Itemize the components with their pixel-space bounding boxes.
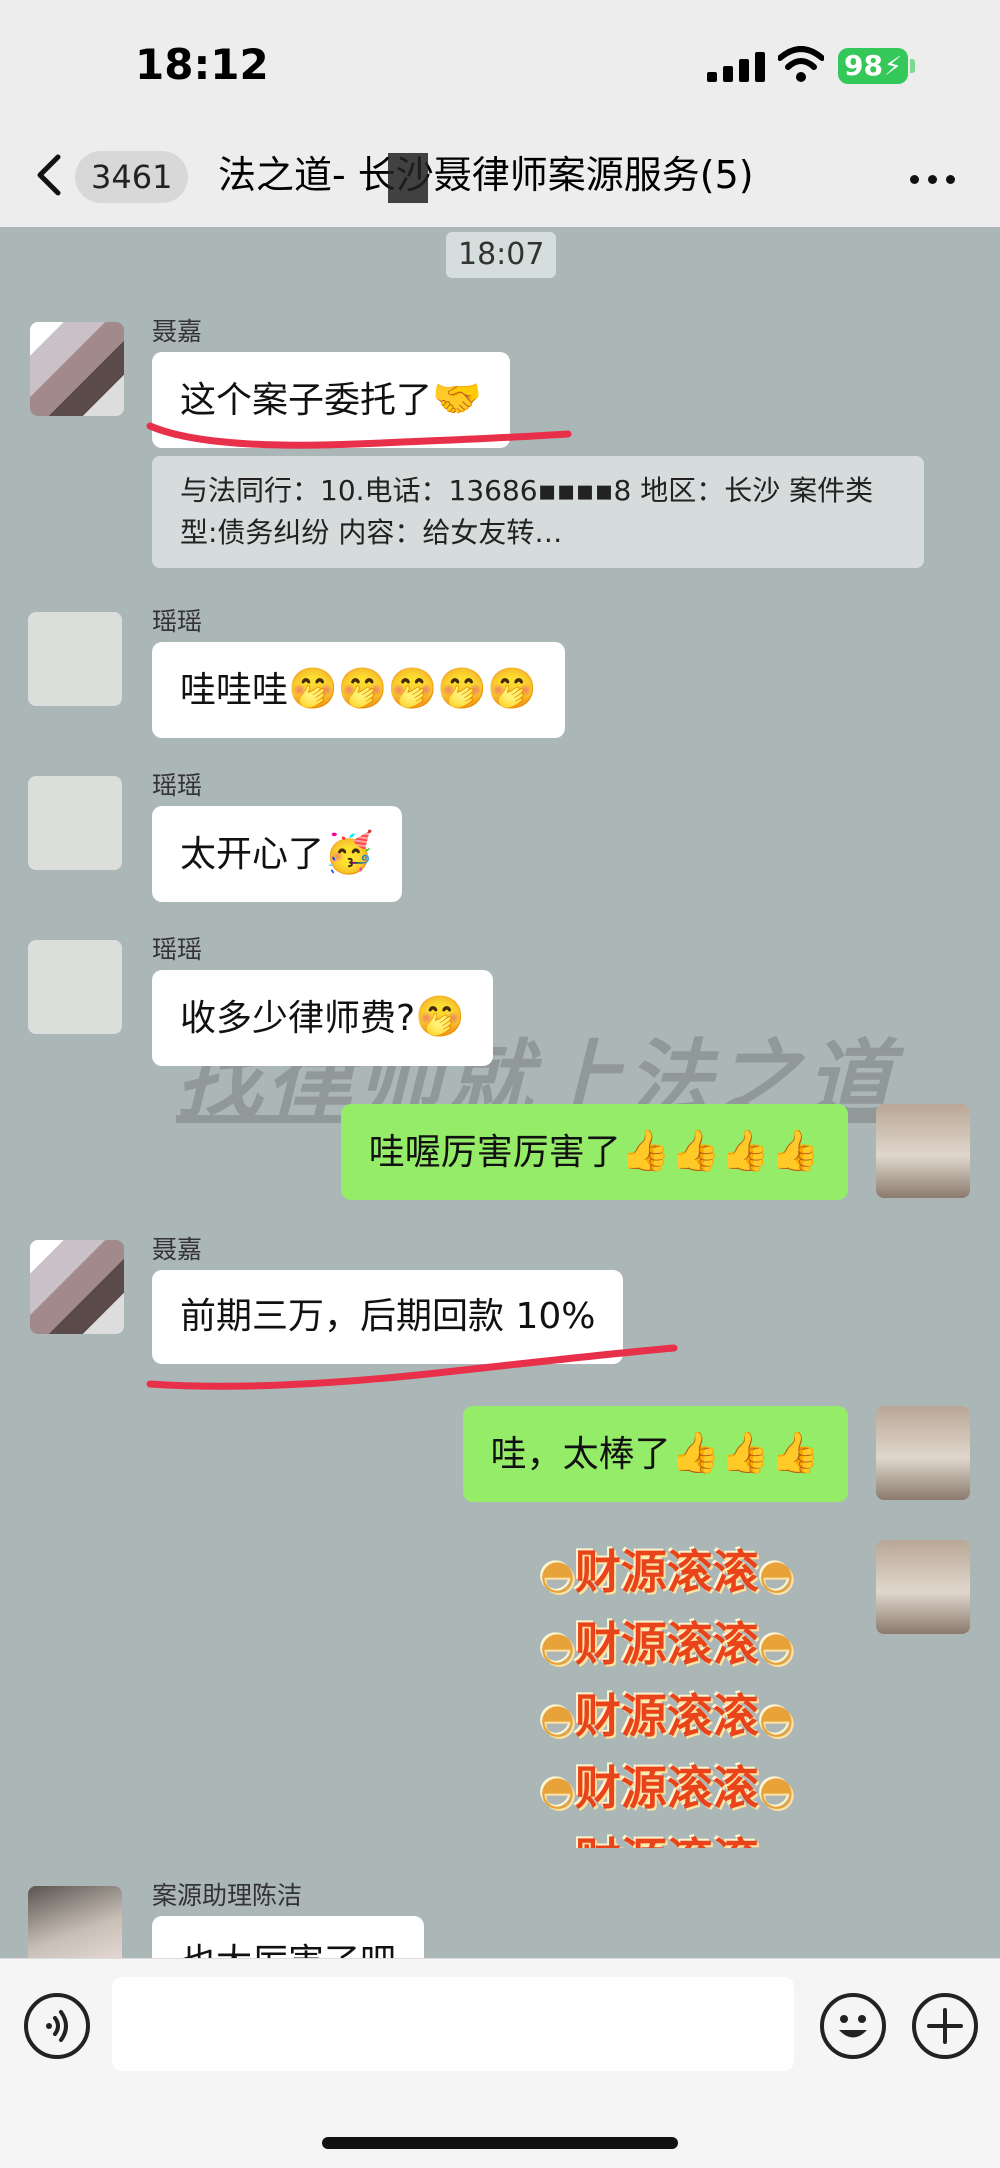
input-bar [0, 1958, 1000, 2168]
gold-ingot-icon: ◓ [540, 1840, 575, 1848]
gold-ingot-icon: ◓ [758, 1624, 794, 1670]
sticker-text: 财源滚滚 [574, 1617, 759, 1671]
chat-title: 法之道- 长沙聂律师案源服务(5) [218, 149, 868, 201]
unread-count-badge[interactable]: 3461 [75, 151, 189, 203]
my-message-bubble[interactable]: 哇，太棒了👍👍👍 [462, 1406, 848, 1502]
message-text: 太开心了 [180, 834, 325, 875]
giggle-emoji: 🤭 [415, 994, 465, 1040]
my-avatar[interactable] [876, 1540, 970, 1634]
member-count: (5) [699, 153, 754, 197]
battery-icon: 98 ⚡ [838, 48, 908, 84]
sender-name: 瑶瑶 [152, 935, 203, 964]
message-bubble[interactable]: 前期三万，后期回款 10% [152, 1270, 624, 1364]
sticker-message[interactable]: ◓财源滚滚◓ ◓财源滚滚◓ ◓财源滚滚◓ ◓财源滚滚◓ ◓财源滚滚◓ [540, 1536, 850, 1848]
message-bubble[interactable]: 太开心了🥳 [152, 806, 402, 902]
chat-header: 3461 法之道- 长沙聂律师案源服务(5) [0, 125, 1000, 227]
status-bar: 18:12 98 ⚡ [0, 0, 1000, 125]
charging-bolt-icon: ⚡ [883, 52, 902, 82]
thumbs-up-emoji: 👍👍👍👍 [620, 1128, 820, 1174]
battery-level: 98 [844, 49, 883, 82]
sender-name: 瑶瑶 [152, 607, 203, 636]
quoted-message[interactable]: 与法同行：10.电话：13686▪▪▪▪8 地区：长沙 案件类型:债务纠纷 内容… [152, 456, 924, 568]
more-dots-icon[interactable] [910, 175, 956, 185]
avatar[interactable] [30, 322, 124, 416]
plus-icon[interactable] [912, 1993, 978, 2059]
sticker-row: ◓财源滚滚◓ [540, 1608, 850, 1671]
giggle-emoji: 🤭🤭🤭🤭🤭 [288, 666, 538, 712]
sticker-text: 财源滚滚 [575, 1833, 759, 1848]
emoji-icon[interactable] [820, 1993, 886, 2059]
message-text: 哇喔厉害厉害了 [368, 1132, 621, 1173]
avatar[interactable] [28, 940, 122, 1034]
sender-name: 聂嘉 [152, 1235, 203, 1264]
wifi-icon [778, 46, 824, 82]
redaction-block [388, 153, 428, 203]
sticker-text: 财源滚滚 [574, 1761, 759, 1815]
message-bubble[interactable]: 收多少律师费?🤭 [152, 970, 493, 1066]
message-input[interactable] [112, 1977, 794, 2071]
voice-icon[interactable] [24, 1993, 90, 2059]
sticker-text: 财源滚滚 [574, 1689, 759, 1743]
status-time: 18:12 [135, 40, 269, 89]
cellular-signal-icon [707, 52, 765, 82]
my-avatar[interactable] [876, 1104, 970, 1198]
gold-ingot-icon: ◓ [540, 1768, 575, 1814]
gold-ingot-icon: ◓ [758, 1696, 794, 1742]
sticker-row: ◓财源滚滚◓ [540, 1752, 850, 1815]
back-chevron-icon[interactable] [28, 153, 72, 197]
message-text: 收多少律师费? [180, 998, 416, 1039]
message-bubble[interactable]: 哇哇哇🤭🤭🤭🤭🤭 [152, 642, 566, 738]
message-bubble[interactable]: 这个案子委托了🤝 [152, 352, 510, 448]
message-text: 哇哇哇 [180, 670, 289, 711]
gold-ingot-icon: ◓ [758, 1768, 794, 1814]
gold-ingot-icon: ◓ [540, 1552, 575, 1598]
sender-name: 案源助理陈洁 [152, 1881, 303, 1910]
sender-name: 瑶瑶 [152, 771, 203, 800]
group-name: 法之道- 长沙聂律师案源服务 [218, 153, 700, 197]
gold-ingot-icon: ◓ [540, 1624, 575, 1670]
sticker-text: 财源滚滚 [574, 1545, 759, 1599]
party-face-emoji: 🥳 [324, 830, 374, 876]
sticker-row: ◓财源滚滚◓ [540, 1680, 850, 1743]
thumbs-up-emoji: 👍👍👍 [670, 1430, 820, 1476]
avatar[interactable] [30, 1240, 124, 1334]
sender-name: 聂嘉 [152, 317, 203, 346]
gold-ingot-icon: ◓ [540, 1696, 575, 1742]
my-message-bubble[interactable]: 哇喔厉害厉害了👍👍👍👍 [340, 1104, 848, 1200]
sticker-row: ◓财源滚滚◓ [540, 1824, 850, 1848]
avatar[interactable] [28, 776, 122, 870]
message-text: 哇，太棒了 [490, 1434, 671, 1475]
sticker-row: ◓财源滚滚◓ [540, 1536, 850, 1599]
home-indicator[interactable] [322, 2137, 678, 2149]
avatar[interactable] [28, 612, 122, 706]
gold-ingot-icon: ◓ [758, 1552, 794, 1598]
my-avatar[interactable] [876, 1406, 970, 1500]
timestamp: 18:07 [446, 232, 557, 278]
handshake-emoji: 🤝 [432, 376, 482, 422]
gold-ingot-icon: ◓ [759, 1840, 794, 1848]
message-text: 这个案子委托了 [180, 380, 433, 421]
battery-cap [910, 59, 915, 73]
